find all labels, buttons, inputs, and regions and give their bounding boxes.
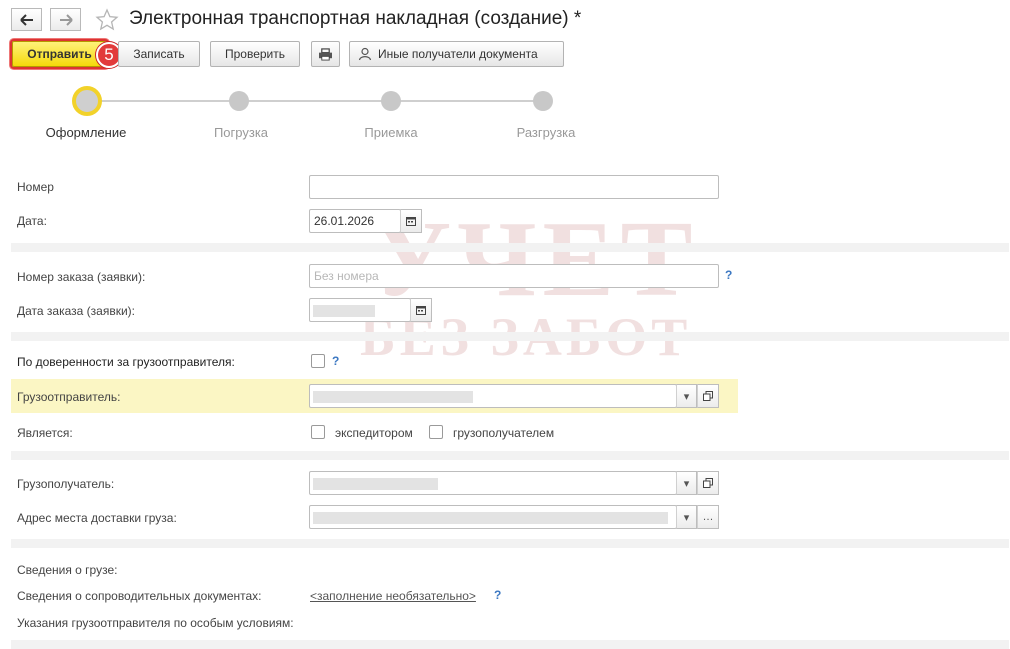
step-label-loading[interactable]: Погрузка [171,125,311,140]
page-title: Электронная транспортная накладная (созд… [129,8,582,29]
favorite-star-icon[interactable] [95,8,119,32]
send-button[interactable]: Отправить [12,41,107,67]
power-of-attorney-help[interactable]: ? [332,354,339,368]
order-number-placeholder: Без номера [314,269,379,283]
shipper-redacted [313,391,473,403]
calendar-icon [416,306,426,315]
order-date-label: Дата заказа (заявки): [17,304,135,318]
section-divider [11,332,1009,341]
shipper-open-button[interactable] [697,384,719,408]
order-number-label: Номер заказа (заявки): [17,270,146,284]
step-label-unloading[interactable]: Разгрузка [476,125,616,140]
order-number-help[interactable]: ? [725,268,732,282]
consignee-checkbox[interactable] [429,425,443,439]
calendar-icon [406,217,416,226]
accompanying-docs-help[interactable]: ? [494,588,501,602]
other-recipients-button[interactable]: Иные получатели документа [349,41,564,67]
consignee-label: Грузополучатель: [17,477,115,491]
forwarder-checkbox[interactable] [311,425,325,439]
section-divider [11,539,1009,548]
consignee-open-button[interactable] [697,471,719,495]
order-number-input[interactable]: Без номера [309,264,719,288]
power-of-attorney-checkbox[interactable] [311,354,325,368]
back-button[interactable] [11,8,42,31]
forward-button[interactable] [50,8,81,31]
print-button[interactable] [311,41,340,67]
save-button[interactable]: Записать [118,41,200,67]
number-input[interactable] [309,175,719,199]
date-label: Дата: [17,214,47,228]
consignee-check-label[interactable]: грузополучателем [453,426,554,440]
delivery-address-more-button[interactable]: … [697,505,719,529]
stepper-track [88,100,543,102]
cargo-info-label: Сведения о грузе: [17,563,118,577]
is-label: Является: [17,426,73,440]
step-dot-unloading[interactable] [533,91,553,111]
accompanying-docs-link[interactable]: <заполнение необязательно> [310,589,476,603]
forwarder-label[interactable]: экспедитором [335,426,413,440]
order-date-picker-button[interactable] [410,298,432,322]
step-dot-loading[interactable] [229,91,249,111]
order-date-redacted [313,305,375,317]
order-date-input[interactable] [309,298,411,322]
consignee-dropdown-button[interactable]: ▾ [676,471,697,495]
consignee-redacted [313,478,438,490]
section-divider [11,243,1009,252]
shipper-label: Грузоотправитель: [17,390,121,404]
arrow-right-icon [59,13,73,26]
section-divider [11,640,1009,649]
shipper-instructions-label: Указания грузоотправителя по особым усло… [17,616,294,630]
other-recipients-label: Иные получатели документа [378,47,538,61]
step-dot-design[interactable] [72,86,102,116]
delivery-address-label: Адрес места доставки груза: [17,511,177,525]
step-label-acceptance[interactable]: Приемка [321,125,461,140]
printer-icon [319,47,332,61]
accompanying-docs-label: Сведения о сопроводительных документах: [17,589,262,603]
chevron-down-icon: ▾ [683,477,690,490]
date-input[interactable]: 26.01.2026 [309,209,401,233]
delivery-address-dropdown-button[interactable]: ▾ [676,505,697,529]
open-window-icon [703,391,713,401]
ellipsis-icon: … [702,511,714,523]
number-label: Номер [17,180,54,194]
delivery-address-input[interactable] [309,505,677,529]
delivery-address-redacted [313,512,668,524]
step-dot-acceptance[interactable] [381,91,401,111]
check-button[interactable]: Проверить [210,41,300,67]
step-label-design[interactable]: Оформление [16,125,156,140]
user-icon [358,47,372,61]
arrow-left-icon [19,13,33,26]
open-window-icon [703,478,713,488]
power-of-attorney-label: По доверенности за грузоотправителя: [17,355,235,369]
date-picker-button[interactable] [400,209,422,233]
chevron-down-icon: ▾ [683,390,690,403]
section-divider [11,451,1009,460]
shipper-input[interactable] [309,384,677,408]
shipper-dropdown-button[interactable]: ▾ [676,384,697,408]
chevron-down-icon: ▾ [683,511,690,524]
consignee-input[interactable] [309,471,677,495]
